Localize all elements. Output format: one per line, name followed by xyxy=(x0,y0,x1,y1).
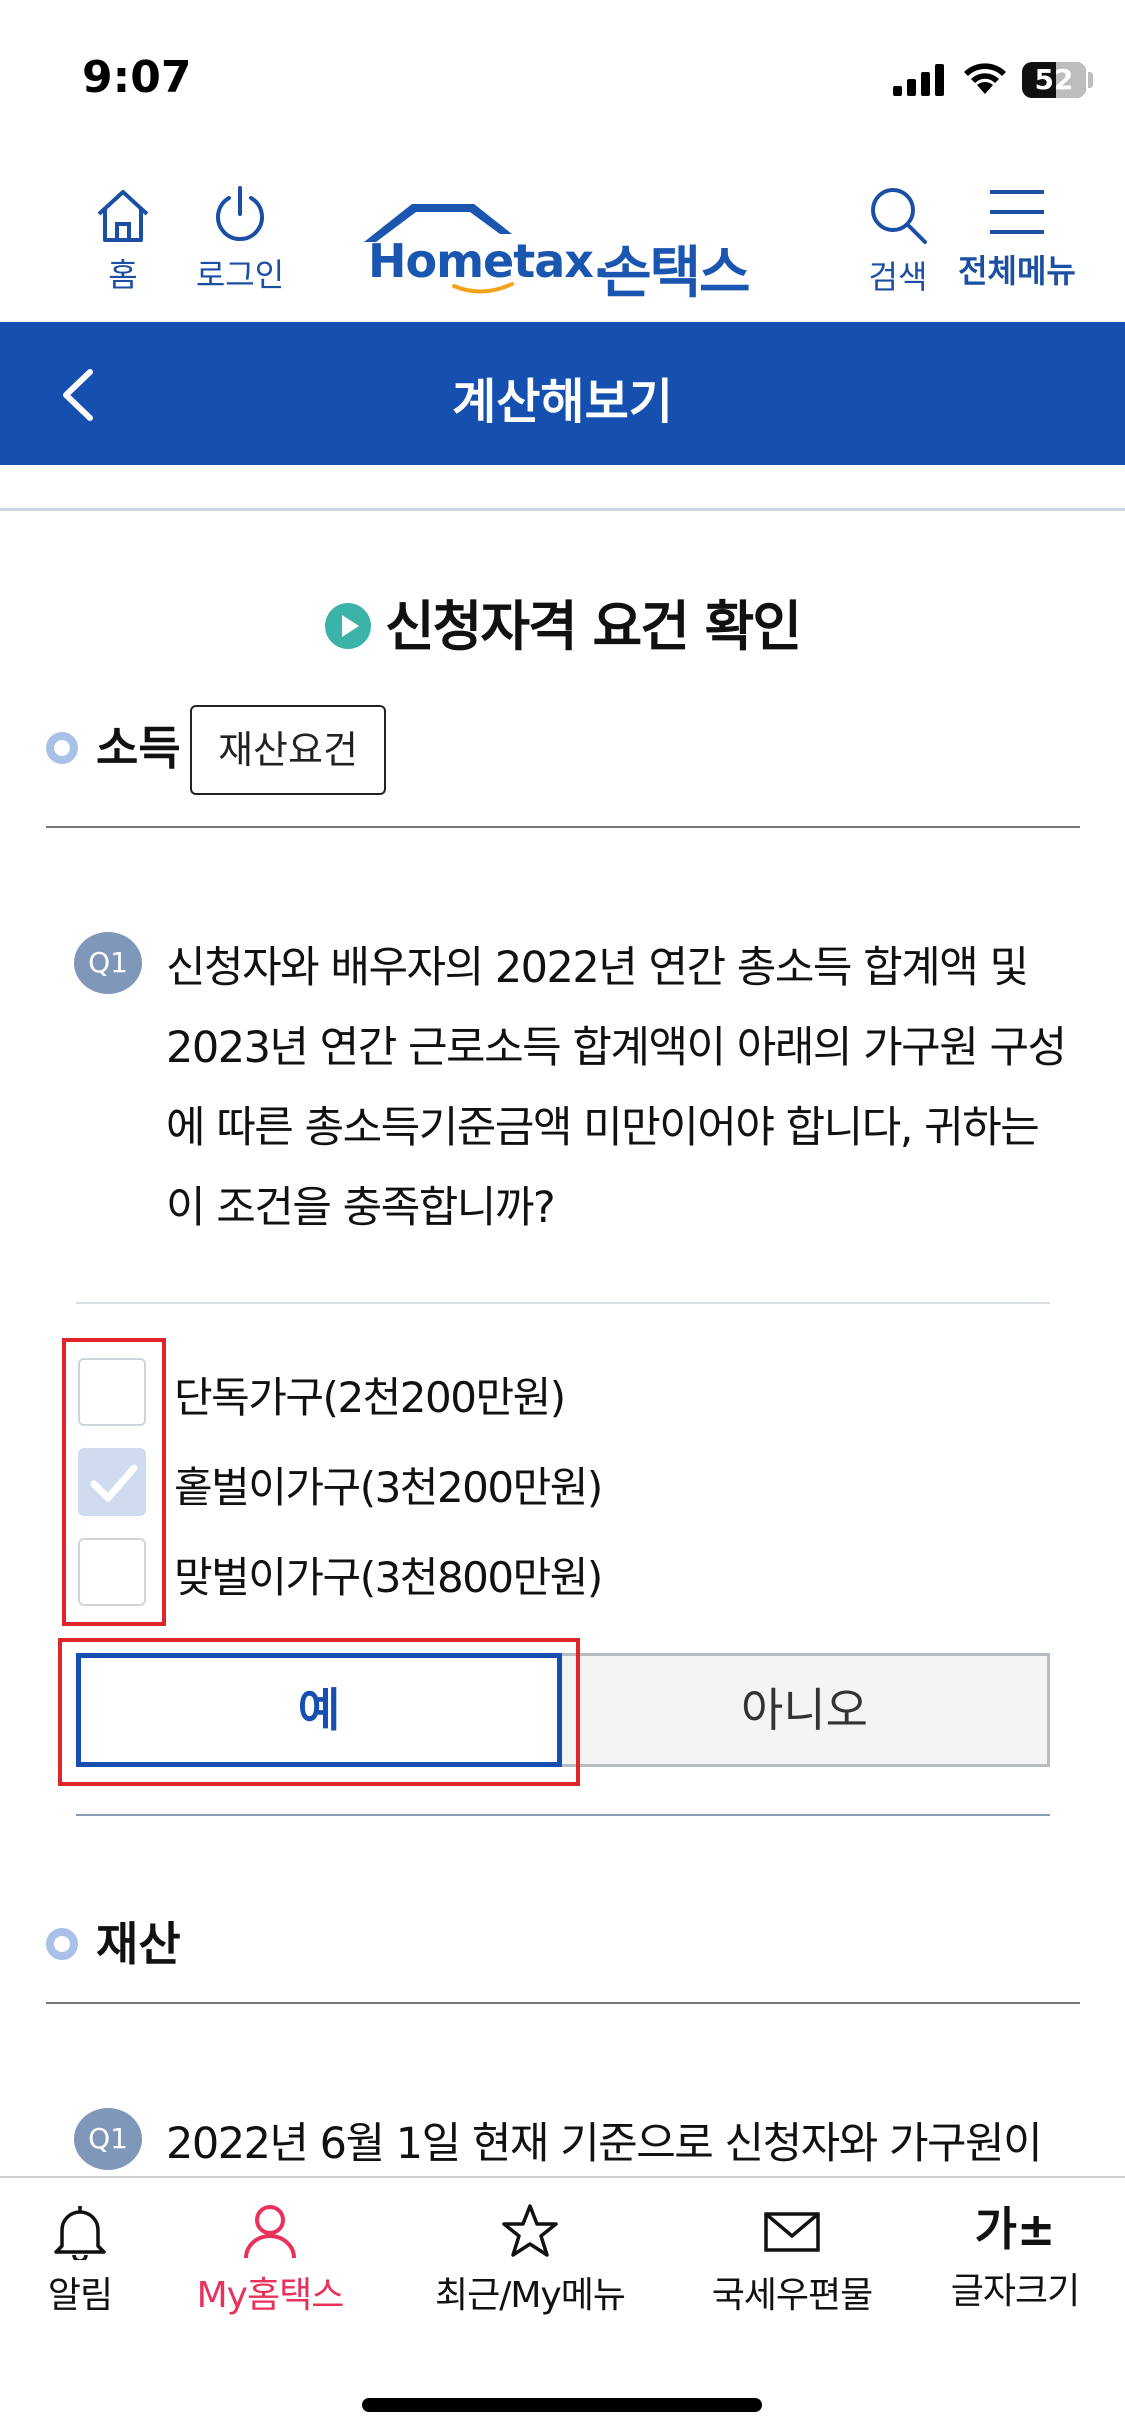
bell-icon xyxy=(54,2206,106,2260)
app-header: 홈 로그인 Hometax. 손택스 검색 전체메뉴 xyxy=(0,150,1125,322)
home-label: 홈 xyxy=(108,256,138,294)
question-badge: Q1 xyxy=(74,2108,142,2170)
font-size-icon: 가± xyxy=(974,2202,1056,2256)
bottom-tab-bar: 알림 My홈택스 최근/My메뉴 국세우편물 가± 글자크기 xyxy=(0,2176,1125,2436)
play-icon xyxy=(324,603,371,650)
login-label: 로그인 xyxy=(195,256,285,294)
tab-label: My홈택스 xyxy=(196,2275,345,2316)
page-title: 계산해보기 xyxy=(452,374,673,430)
option-label: 홑벌이가구(3천200만원) xyxy=(174,1463,603,1512)
power-icon xyxy=(216,186,264,242)
bullet-ring-icon xyxy=(46,731,78,764)
section-title-text: 신청자격 요건 확인 xyxy=(384,595,802,658)
section-divider xyxy=(46,2002,1080,2004)
tab-my-hometax[interactable]: My홈택스 xyxy=(180,2202,360,2318)
star-icon xyxy=(502,2204,558,2257)
divider xyxy=(0,508,1125,511)
highlight-box-checkboxes xyxy=(62,1338,166,1626)
status-time: 9:07 xyxy=(82,52,192,103)
full-menu-button[interactable]: 전체메뉴 xyxy=(952,184,1082,292)
home-button[interactable]: 홈 xyxy=(88,186,158,296)
home-icon xyxy=(97,190,149,242)
logo-text: Hometax. xyxy=(368,234,610,288)
wifi-icon xyxy=(964,63,1006,94)
tab-label: 알림 xyxy=(47,2275,113,2316)
login-button[interactable]: 로그인 xyxy=(190,184,290,296)
battery-icon: 52 xyxy=(1022,62,1086,98)
logo-korean: 손택스 xyxy=(600,241,751,306)
search-button[interactable]: 검색 xyxy=(858,184,938,298)
cellular-signal-icon xyxy=(893,64,944,96)
status-bar: 9:07 52 xyxy=(0,0,1125,150)
section-divider xyxy=(46,826,1080,828)
bullet-ring-icon xyxy=(46,1927,78,1960)
page-titlebar: 계산해보기 xyxy=(0,322,1125,465)
hamburger-menu-icon xyxy=(990,190,1044,234)
battery-tip xyxy=(1088,72,1093,88)
income-heading-text: 소득 xyxy=(96,721,181,775)
property-heading: 재산 xyxy=(46,1908,181,1974)
tab-label: 국세우편물 xyxy=(711,2275,874,2316)
highlight-box-yes xyxy=(58,1638,580,1786)
property-requirement-button[interactable]: 재산요건 xyxy=(190,705,386,795)
tab-notifications[interactable]: 알림 xyxy=(30,2202,130,2318)
search-label: 검색 xyxy=(868,258,928,296)
hometax-logo[interactable]: Hometax. 손택스 xyxy=(362,190,772,306)
search-icon xyxy=(871,188,927,244)
tab-tax-mail[interactable]: 국세우편물 xyxy=(692,2202,892,2318)
no-button[interactable]: 아니오 xyxy=(562,1653,1050,1767)
tab-recent-my-menu[interactable]: 최근/My메뉴 xyxy=(420,2202,640,2318)
person-icon xyxy=(244,2205,296,2259)
tab-label: 최근/My메뉴 xyxy=(435,2275,626,2316)
full-menu-label: 전체메뉴 xyxy=(958,252,1076,290)
income-heading: 소득 xyxy=(46,712,181,778)
question-divider xyxy=(76,1302,1050,1304)
tab-font-size[interactable]: 가± 글자크기 xyxy=(940,2202,1090,2314)
question-badge: Q1 xyxy=(74,932,142,994)
battery-level: 52 xyxy=(1034,63,1074,96)
tab-label: 글자크기 xyxy=(950,2271,1080,2312)
option-label: 단독가구(2천200만원) xyxy=(174,1373,566,1422)
option-label: 맞벌이가구(3천800만원) xyxy=(174,1553,603,1602)
property-heading-text: 재산 xyxy=(96,1917,181,1971)
income-question-text: 신청자와 배우자의 2022년 연간 총소득 합계액 및 2023년 연간 근로… xyxy=(166,943,1067,1233)
mail-icon xyxy=(764,2212,820,2252)
question-end-divider xyxy=(76,1814,1050,1816)
section-title: 신청자격 요건 확인 xyxy=(0,582,1125,661)
property-question-text: 2022년 6월 1일 현재 기준으로 신청자와 가구원이 xyxy=(166,2119,1043,2169)
home-indicator xyxy=(362,2398,762,2412)
